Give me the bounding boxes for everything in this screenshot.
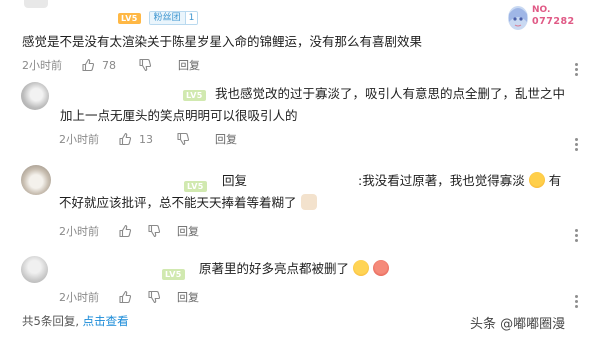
top-drag-pill — [24, 0, 48, 8]
thumbs-up-icon[interactable] — [81, 58, 95, 72]
reply-text: 原著里的好多亮点都被删了 — [199, 261, 350, 276]
crying-emoji-icon — [372, 260, 389, 276]
comment-meta: 2小时前 13 回复 — [59, 131, 237, 147]
reply-to-label: 回复 — [222, 173, 248, 188]
reply-level-badge-wrap: LV5 — [184, 174, 207, 193]
like-count: 78 — [102, 58, 116, 72]
thumbs-down-icon[interactable] — [176, 132, 190, 146]
watermark: 头条 @嘟嘟圈漫 — [470, 317, 566, 332]
user-number-label: NO. — [532, 5, 551, 15]
emoji-icon — [353, 260, 369, 276]
avatar[interactable] — [21, 165, 51, 195]
reply-text: 不好就应该批评，总不能天天捧着等着糊了 — [59, 195, 297, 210]
reply-text-line2: 加上一点无厘头的笑点明明可以很吸引人的 — [60, 108, 298, 123]
reply-button[interactable]: 回复 — [177, 223, 199, 239]
avatar[interactable] — [21, 256, 48, 283]
level-badge: LV5 — [184, 181, 207, 192]
comment-time: 2小时前 — [59, 291, 99, 304]
thumbs-down-icon[interactable] — [147, 224, 161, 238]
dog-emoji-icon — [300, 194, 317, 210]
reply-level-badge-wrap: LV5 — [162, 262, 185, 281]
comment-time: 2小时前 — [59, 133, 99, 146]
reply-text: :我没看过原著，我也觉得寡淡 — [358, 173, 525, 188]
comment-meta: 2小时前 回复 — [59, 223, 199, 239]
anime-avatar-icon — [508, 6, 528, 30]
fan-club-badge[interactable]: 粉丝团 1 — [148, 11, 199, 25]
reply-text-line1: :我没看过原著，我也觉得寡淡 有 — [358, 170, 561, 191]
reply-button[interactable]: 回复 — [215, 131, 237, 147]
fan-club-name: 粉丝团 — [149, 12, 185, 24]
comment-meta: 2小时前 回复 — [59, 289, 199, 305]
reply-text-line1: 我也感觉改的过于寡淡了，吸引人有意思的点全删了，乱世之中 — [215, 86, 566, 101]
comment-badges: LV5 粉丝团 1 — [118, 11, 199, 25]
reply-text-tail: 有 — [548, 173, 562, 188]
reply-level-badge-wrap: LV5 — [183, 83, 206, 102]
level-badge: LV5 — [183, 90, 206, 101]
reply-text-line2: 不好就应该批评，总不能天天捧着等着糊了 — [59, 192, 317, 213]
fan-club-level: 1 — [184, 12, 198, 24]
replies-summary: 共5条回复, 点击查看 — [22, 313, 129, 329]
more-icon[interactable] — [575, 229, 578, 242]
thumbs-up-icon[interactable] — [118, 132, 132, 146]
avatar[interactable] — [21, 82, 49, 110]
level-badge: LV5 — [118, 12, 141, 24]
view-replies-link[interactable]: 点击查看 — [83, 314, 129, 328]
more-icon[interactable] — [575, 295, 578, 308]
thumbs-down-icon[interactable] — [147, 290, 161, 304]
comment-time: 2小时前 — [22, 59, 62, 72]
like-count: 13 — [139, 132, 153, 146]
level-badge: LV5 — [162, 269, 185, 280]
reply-button[interactable]: 回复 — [178, 57, 200, 73]
reply-count: 共5条回复, — [22, 314, 79, 328]
comment-meta: 2小时前 78 回复 — [22, 57, 200, 73]
thumbs-up-icon[interactable] — [118, 290, 132, 304]
more-icon[interactable] — [575, 138, 578, 151]
more-icon[interactable] — [575, 63, 578, 76]
user-number-card: NO. 077282 — [504, 2, 590, 32]
comment-text: 感觉是不是没有太渲染关于陈星岁星入命的锦鲤运，没有那么有喜剧效果 — [22, 34, 423, 49]
thumbs-down-icon[interactable] — [138, 58, 152, 72]
reply-text-line1: 原著里的好多亮点都被删了 — [199, 258, 389, 279]
thumbs-up-icon[interactable] — [118, 224, 132, 238]
comment-time: 2小时前 — [59, 225, 99, 238]
user-number-value: 077282 — [532, 16, 575, 27]
reply-button[interactable]: 回复 — [177, 289, 199, 305]
emoji-icon — [528, 172, 545, 188]
